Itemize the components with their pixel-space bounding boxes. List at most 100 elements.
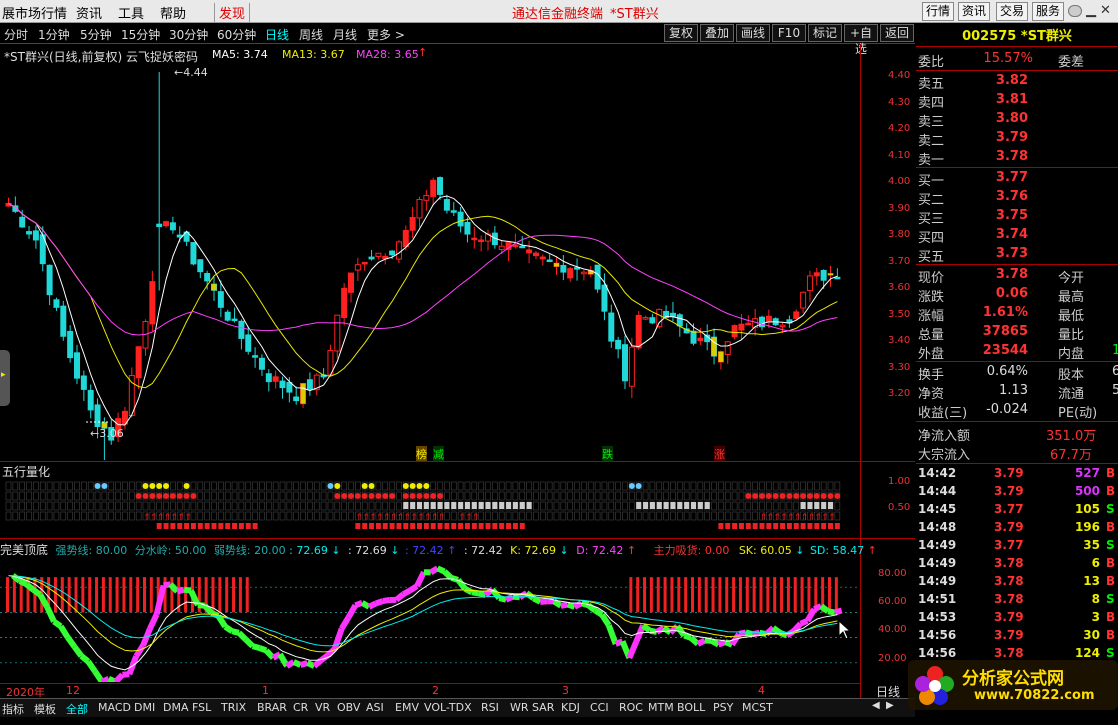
- period-more[interactable]: 更多 >: [367, 26, 405, 43]
- f10-button[interactable]: F10: [772, 24, 806, 42]
- indicator-tab[interactable]: MACD: [98, 701, 131, 714]
- tick-row[interactable]: 14:56 3.79 30 B: [916, 628, 1118, 646]
- bid-row[interactable]: 买一 3.77: [916, 170, 1118, 189]
- ask-row[interactable]: 卖一 3.78: [916, 149, 1118, 168]
- indicator-tab[interactable]: DMA: [163, 701, 189, 714]
- indicator-tab[interactable]: TRIX: [221, 701, 246, 714]
- quant-panel[interactable]: ⇑ ⇑ ⇑ ⇑ ⇑ ⇑ ⇑ ⇑ ⇑ ⇑ ⇑ ⇑ ⇑ ⇑ ⇑ ⇑ ⇑ ⇑ ⇑ ⇑ ⇑ ⇑ ⇑ ⇑ ⇑ ⇑ ⇑ ⇑ ⇑ ⇑ ⇑ ⇑ ⇑ ⇑: [0, 478, 860, 536]
- ask-row[interactable]: 卖五 3.82: [916, 73, 1118, 92]
- absorb-bar: [738, 577, 742, 613]
- candle-body: [635, 314, 642, 349]
- indicator-tab[interactable]: WR: [510, 701, 529, 714]
- indicator-tab[interactable]: OBV: [337, 701, 360, 714]
- indicator-tab[interactable]: ROC: [619, 701, 643, 714]
- mark-button[interactable]: 标记: [808, 24, 842, 42]
- quote-button[interactable]: 行情: [922, 2, 954, 21]
- bid-row[interactable]: 买四 3.74: [916, 227, 1118, 246]
- indicator-tab[interactable]: SAR: [532, 701, 554, 714]
- quant-cell: [135, 511, 142, 521]
- indicator-tab[interactable]: RSI: [481, 701, 499, 714]
- tick-row[interactable]: 14:56 3.78 124 S: [916, 646, 1118, 664]
- quant-cell: [122, 481, 128, 491]
- menu-tools[interactable]: 工具: [118, 3, 144, 22]
- ask-row[interactable]: 卖三 3.80: [916, 111, 1118, 130]
- tick-row[interactable]: 14:42 3.79 527 B: [916, 466, 1118, 484]
- add-watch-button[interactable]: +自选: [844, 24, 878, 56]
- period-1min[interactable]: 1分钟: [38, 26, 70, 43]
- period-5min[interactable]: 5分钟: [80, 26, 112, 43]
- draw-button[interactable]: 画线: [736, 24, 770, 42]
- tick-row[interactable]: 14:49 3.78 6 B: [916, 556, 1118, 574]
- indicator-tab[interactable]: MTM: [648, 701, 674, 714]
- weicha-label: 委差: [1058, 55, 1085, 70]
- news-button[interactable]: 资讯: [958, 2, 990, 21]
- indicator-tab[interactable]: KDJ: [561, 701, 580, 714]
- tick-row[interactable]: 14:45 3.77 105 S: [916, 502, 1118, 520]
- candle-highlight: [828, 273, 833, 276]
- tick-row[interactable]: 14:53 3.79 3 B: [916, 610, 1118, 628]
- menu-help[interactable]: 帮助: [160, 3, 186, 22]
- overlay-button[interactable]: 叠加: [700, 24, 734, 42]
- top-bottom-panel[interactable]: [0, 556, 860, 682]
- period-daily[interactable]: 日线: [265, 26, 289, 43]
- bid-row[interactable]: 买五 3.73: [916, 246, 1118, 265]
- quant-cell: [759, 481, 765, 491]
- bid-row[interactable]: 买二 3.76: [916, 189, 1118, 208]
- quant-cell: [348, 481, 354, 491]
- quant-red-bar: [471, 523, 477, 529]
- indicator-tab[interactable]: BOLL: [677, 701, 705, 714]
- indicator-tab[interactable]: EMV: [395, 701, 419, 714]
- trade-button[interactable]: 交易: [996, 2, 1028, 21]
- candlestick-chart[interactable]: [0, 60, 915, 460]
- indicator-tab[interactable]: 全部: [66, 701, 88, 717]
- indicator-tab[interactable]: 模板: [34, 701, 56, 717]
- back-button[interactable]: 返回: [880, 24, 914, 42]
- menu-discover[interactable]: 发现: [214, 3, 251, 22]
- ask-price: 3.78: [995, 149, 1028, 164]
- tick-row[interactable]: 14:44 3.79 500 B: [916, 484, 1118, 502]
- tick-row[interactable]: 14:49 3.78 13 B: [916, 574, 1118, 592]
- quant-cell: [690, 491, 697, 501]
- adjust-button[interactable]: 复权: [664, 24, 698, 42]
- scroll-left-icon[interactable]: ◀: [872, 700, 880, 711]
- ask-row[interactable]: 卖二 3.79: [916, 130, 1118, 149]
- bid-row[interactable]: 买三 3.75: [916, 208, 1118, 227]
- tick-row[interactable]: 14:48 3.79 196 B: [916, 520, 1118, 538]
- period-15min[interactable]: 15分钟: [121, 26, 160, 43]
- quant-cell: [649, 491, 656, 501]
- scroll-right-icon[interactable]: ▶: [886, 700, 894, 711]
- indicator-tab[interactable]: MCST: [742, 701, 773, 714]
- collapse-icon[interactable]: [1068, 5, 1082, 17]
- period-timeshare[interactable]: 分时: [4, 26, 28, 43]
- side-handle[interactable]: ▸: [0, 350, 10, 406]
- quant-cell: [5, 481, 12, 491]
- indicator-tab[interactable]: CR: [293, 701, 308, 714]
- quant-cell: [224, 501, 231, 511]
- candle-body: [26, 231, 33, 235]
- minimize-icon[interactable]: ▁: [1086, 3, 1096, 18]
- indicator-tab[interactable]: FSL: [192, 701, 211, 714]
- indicator-tab[interactable]: 指标: [2, 701, 24, 717]
- menu-market[interactable]: 展市场行情: [2, 3, 67, 22]
- indicator-tab[interactable]: VR: [315, 701, 330, 714]
- ask-row[interactable]: 卖四 3.81: [916, 92, 1118, 111]
- menu-news[interactable]: 资讯: [76, 3, 102, 22]
- indicator-tab[interactable]: CCI: [590, 701, 609, 714]
- tick-row[interactable]: 14:49 3.77 35 S: [916, 538, 1118, 556]
- indicator-tab[interactable]: BRAR: [257, 701, 287, 714]
- indicator-tab[interactable]: VOL-TDX: [424, 701, 472, 714]
- period-60min[interactable]: 60分钟: [217, 26, 256, 43]
- close-icon[interactable]: ✕: [1100, 3, 1111, 18]
- quant-cell: [656, 491, 663, 501]
- indicator-tab[interactable]: DMI: [134, 701, 155, 714]
- indicator-tab[interactable]: ASI: [366, 701, 384, 714]
- quant-cell: [800, 481, 806, 491]
- service-button[interactable]: 服务: [1032, 2, 1064, 21]
- kd-segment: [312, 657, 324, 669]
- period-30min[interactable]: 30分钟: [169, 26, 208, 43]
- tick-row[interactable]: 14:51 3.78 8 S: [916, 592, 1118, 610]
- candle-body: [580, 271, 587, 275]
- period-monthly[interactable]: 月线: [333, 26, 357, 43]
- period-weekly[interactable]: 周线: [299, 26, 323, 43]
- indicator-tab[interactable]: PSY: [713, 701, 733, 714]
